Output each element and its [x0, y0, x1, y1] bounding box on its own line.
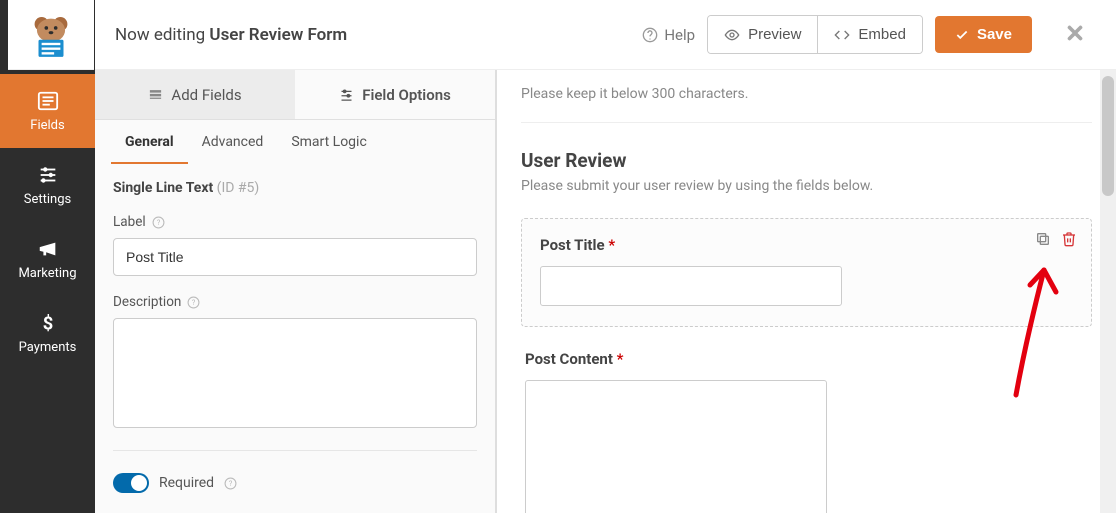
field-block-post-title[interactable]: Post Title *	[521, 218, 1092, 327]
form-name: User Review Form	[209, 25, 347, 45]
field-type-name: Single Line Text	[113, 180, 213, 196]
sidebar-item-payments[interactable]: $ Payments	[0, 296, 95, 370]
svg-text:$: $	[42, 313, 53, 334]
editing-label: Now editing User Review Form	[115, 25, 347, 45]
required-label: Required	[159, 475, 214, 491]
check-icon	[955, 28, 969, 42]
sidebar-item-settings[interactable]: Settings	[0, 148, 95, 222]
grid-icon	[148, 87, 163, 102]
required-toggle[interactable]	[113, 473, 149, 493]
sliders-small-icon	[339, 87, 354, 102]
sliders-icon	[37, 164, 59, 186]
sidebar-nav: Setup Fields Settings Marketing $ Paymen…	[0, 0, 95, 513]
preview-textarea[interactable]	[525, 380, 827, 513]
section-title: User Review	[521, 149, 1092, 172]
help-small-icon[interactable]: ?	[187, 296, 200, 309]
tab-add-fields[interactable]: Add Fields	[95, 70, 295, 119]
preview-button[interactable]: Preview	[708, 16, 818, 53]
hint-text: Please keep it below 300 characters.	[521, 86, 1092, 102]
sidebar-label: Marketing	[18, 266, 76, 281]
field-options-panel: Add Fields Field Options General Advance…	[95, 70, 497, 513]
wpforms-logo	[8, 0, 94, 70]
sidebar-label: Payments	[19, 340, 77, 355]
save-label: Save	[977, 26, 1012, 43]
code-icon	[834, 27, 850, 43]
duplicate-icon[interactable]	[1035, 231, 1051, 247]
embed-label: Embed	[858, 26, 906, 43]
field-label: Post Title *	[540, 236, 615, 254]
form-preview-canvas: Please keep it below 300 characters. Use…	[497, 70, 1116, 513]
help-small-icon[interactable]: ?	[152, 216, 165, 229]
subtab-general[interactable]: General	[111, 120, 188, 164]
field-type-heading: Single Line Text (ID #5)	[113, 180, 477, 196]
field-block-post-content[interactable]: Post Content *	[521, 349, 1092, 513]
tab-field-options[interactable]: Field Options	[295, 70, 495, 119]
help-icon	[642, 27, 658, 43]
label-caption: Label ?	[113, 214, 477, 230]
dollar-icon: $	[37, 312, 59, 334]
field-id: (ID #5)	[217, 180, 260, 196]
help-link[interactable]: Help	[642, 26, 695, 44]
trash-icon[interactable]	[1061, 231, 1077, 247]
preview-embed-group: Preview Embed	[707, 15, 923, 54]
help-small-icon[interactable]: ?	[224, 477, 237, 490]
sidebar-label: Fields	[30, 118, 64, 133]
field-label: Post Content *	[525, 350, 623, 368]
subtab-advanced[interactable]: Advanced	[188, 120, 278, 164]
list-icon	[37, 90, 59, 112]
close-button[interactable]	[1044, 22, 1096, 48]
subtab-smart-logic[interactable]: Smart Logic	[277, 120, 380, 164]
svg-text:?: ?	[192, 298, 196, 307]
required-asterisk: *	[617, 350, 624, 368]
embed-button[interactable]: Embed	[818, 16, 922, 53]
window-scrollbar[interactable]	[1100, 70, 1116, 513]
label-input[interactable]	[113, 238, 477, 276]
description-caption: Description ?	[113, 294, 477, 310]
tab-label: Field Options	[362, 86, 451, 104]
svg-text:?: ?	[156, 218, 160, 227]
help-label: Help	[664, 26, 695, 44]
sidebar-item-fields[interactable]: Fields	[0, 74, 95, 148]
eye-icon	[724, 27, 740, 43]
editing-prefix: Now editing	[115, 25, 209, 45]
preview-text-input[interactable]	[540, 266, 842, 306]
sidebar-item-marketing[interactable]: Marketing	[0, 222, 95, 296]
sidebar-label: Settings	[24, 192, 71, 207]
description-input[interactable]	[113, 318, 477, 428]
required-asterisk: *	[608, 236, 615, 254]
megaphone-icon	[37, 238, 59, 260]
close-icon	[1064, 22, 1086, 44]
section-desc: Please submit your user review by using …	[521, 178, 1092, 194]
tab-label: Add Fields	[171, 86, 241, 104]
save-button[interactable]: Save	[935, 16, 1032, 53]
svg-text:?: ?	[229, 479, 233, 488]
preview-label: Preview	[748, 26, 801, 43]
topbar: Now editing User Review Form Help Previe…	[95, 0, 1116, 70]
